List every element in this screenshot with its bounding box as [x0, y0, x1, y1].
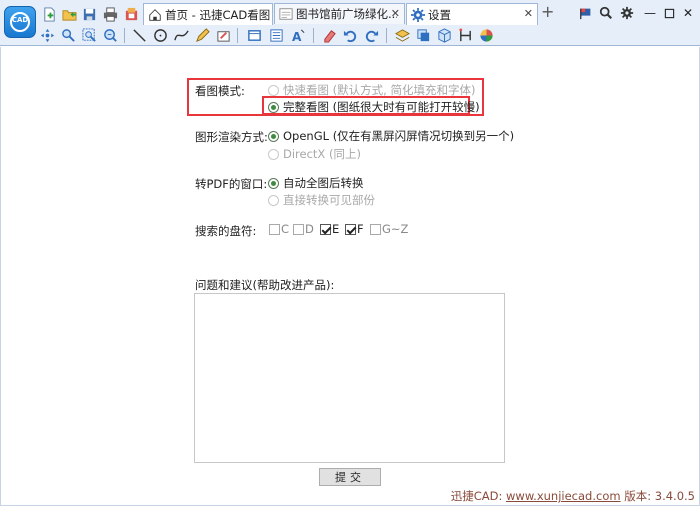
toolbar-separator: [237, 28, 238, 43]
feedback-label: 问题和建议(帮助改进产品):: [195, 278, 335, 292]
close-window-icon[interactable]: ✕: [680, 5, 696, 21]
open-folder-icon[interactable]: [60, 5, 78, 23]
line-tool-icon[interactable]: [130, 26, 148, 44]
print-icon[interactable]: [101, 5, 119, 23]
home-icon: [148, 8, 162, 22]
eraser-tool-icon[interactable]: [320, 26, 338, 44]
export-icon[interactable]: [122, 5, 140, 23]
new-tab-button[interactable]: +: [541, 4, 554, 20]
text-tool-icon[interactable]: A: [289, 26, 307, 44]
gear-icon: [411, 7, 425, 22]
close-tab-settings-icon[interactable]: ✕: [524, 7, 533, 20]
view-mode-fast-radio[interactable]: 快速看图 (默认方式, 简化填充和字体): [268, 82, 475, 98]
color-palette-icon[interactable]: [477, 26, 495, 44]
checkbox[interactable]: [269, 223, 280, 235]
settings-gear-icon[interactable]: [619, 5, 635, 21]
submit-button[interactable]: 提交: [319, 468, 381, 486]
view-mode-label: 看图模式:: [195, 84, 245, 98]
render-directx-radio[interactable]: DirectX (同上): [268, 146, 361, 162]
footer-info: 迅捷CAD: www.xunjiecad.com 版本: 3.4.0.5: [451, 488, 695, 504]
feedback-textarea[interactable]: [194, 293, 505, 463]
checkbox[interactable]: [293, 223, 304, 235]
svg-text:A: A: [291, 30, 301, 43]
radio-button-selected[interactable]: [268, 177, 279, 189]
maximize-icon[interactable]: [661, 5, 677, 21]
drive-c-checkbox[interactable]: C: [269, 222, 289, 236]
markup-tool-icon[interactable]: [214, 26, 232, 44]
render-opengl-radio[interactable]: OpenGL (仅在有黑屏闪屏情况切换到另一个): [268, 128, 514, 144]
pdf-visible-label: 直接转换可见部份: [283, 193, 375, 207]
radio-button[interactable]: [268, 148, 279, 160]
rectangle-tool-icon[interactable]: [245, 26, 263, 44]
compare-icon[interactable]: [456, 26, 474, 44]
toolbar-separator: [124, 28, 125, 43]
drive-e-checkbox[interactable]: E: [320, 222, 339, 236]
redo-icon[interactable]: [362, 26, 380, 44]
title-toolbar-area: CAD 首页 - 迅捷CAD看图 图书馆前广场绿化... ✕ 设置 ✕ + — …: [0, 0, 700, 46]
footer-version: 版本: 3.4.0.5: [620, 489, 695, 503]
tab-drawing[interactable]: 图书馆前广场绿化... ✕: [274, 3, 405, 24]
pdf-auto-radio[interactable]: 自动全图后转换: [268, 175, 364, 191]
zoom-search-icon[interactable]: [598, 5, 614, 21]
toolbar-separator: [313, 28, 314, 43]
radio-button[interactable]: [268, 194, 279, 206]
drive-gz-checkbox[interactable]: G~Z: [370, 222, 408, 236]
pdf-window-label: 转PDF的窗口:: [195, 177, 268, 191]
new-file-icon[interactable]: [40, 5, 58, 23]
skin-flag-icon[interactable]: [578, 5, 594, 21]
website-link[interactable]: www.xunjiecad.com: [506, 489, 621, 503]
app-logo: CAD: [4, 6, 36, 38]
document-icon: [279, 7, 293, 21]
radio-button-selected[interactable]: [268, 101, 279, 113]
tab-home[interactable]: 首页 - 迅捷CAD看图: [143, 3, 273, 25]
layers-icon[interactable]: [393, 26, 411, 44]
search-drives-label: 搜索的盘符:: [195, 224, 257, 238]
pencil-tool-icon[interactable]: [193, 26, 211, 44]
undo-icon[interactable]: [341, 26, 359, 44]
block-icon[interactable]: [414, 26, 432, 44]
pdf-auto-label: 自动全图后转换: [283, 176, 364, 190]
circle-tool-icon[interactable]: [151, 26, 169, 44]
render-opengl-label: OpenGL (仅在有黑屏闪屏情况切换到另一个): [283, 129, 515, 143]
zoom-window-icon[interactable]: [59, 26, 77, 44]
measure-tool-icon[interactable]: [267, 26, 285, 44]
drive-d-checkbox[interactable]: D: [293, 222, 314, 236]
view-mode-full-label: 完整看图 (图纸很大时有可能打开较慢): [283, 100, 480, 114]
curve-tool-icon[interactable]: [172, 26, 190, 44]
checkbox-checked[interactable]: [320, 223, 331, 235]
render-directx-label: DirectX (同上): [283, 147, 361, 161]
footer-brand: 迅捷CAD:: [450, 489, 507, 503]
zoom-realtime-icon[interactable]: [101, 26, 119, 44]
zoom-extents-icon[interactable]: [80, 26, 98, 44]
radio-button-selected[interactable]: [268, 130, 279, 142]
pdf-visible-radio[interactable]: 直接转换可见部份: [268, 192, 375, 208]
render-mode-label: 图形渲染方式:: [195, 130, 268, 144]
checkbox-checked[interactable]: [345, 223, 356, 235]
tab-settings[interactable]: 设置 ✕: [406, 3, 538, 25]
3d-view-icon[interactable]: [435, 26, 453, 44]
pan-move-icon[interactable]: [38, 26, 56, 44]
radio-button[interactable]: [268, 84, 279, 96]
view-mode-full-radio[interactable]: 完整看图 (图纸很大时有可能打开较慢): [268, 99, 480, 115]
save-icon[interactable]: [80, 5, 98, 23]
checkbox[interactable]: [370, 223, 381, 235]
drive-f-checkbox[interactable]: F: [345, 222, 364, 236]
view-mode-fast-label: 快速看图 (默认方式, 简化填充和字体): [283, 83, 476, 97]
close-tab-drawing-icon[interactable]: ✕: [391, 7, 400, 20]
minimize-icon[interactable]: —: [642, 5, 658, 21]
toolbar-separator: [386, 28, 387, 43]
